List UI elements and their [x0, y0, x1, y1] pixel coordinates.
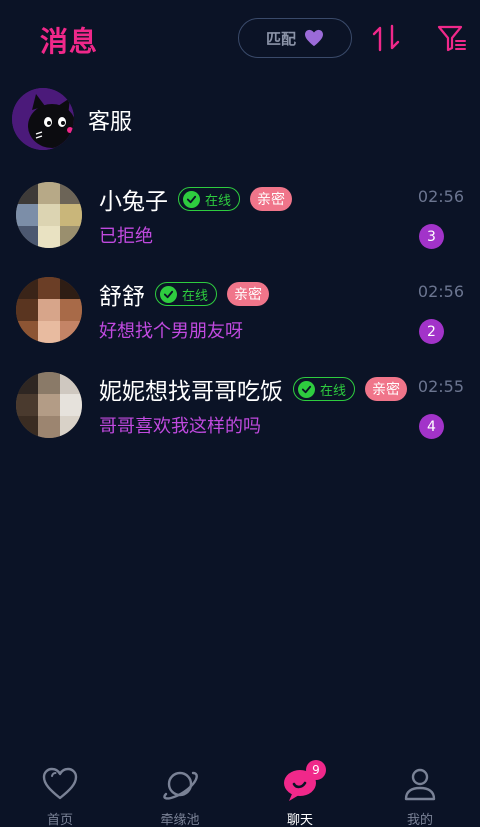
check-icon	[160, 285, 177, 303]
match-button[interactable]: 匹配	[238, 18, 352, 58]
intimacy-badge: 亲密	[365, 377, 408, 401]
name-line: 妮妮想找哥哥吃饭 在线 亲密	[99, 374, 408, 405]
customer-service-row[interactable]: 客服	[12, 88, 468, 150]
avatar	[16, 277, 82, 343]
message-time: 02:55	[417, 377, 464, 396]
customer-service-avatar	[12, 88, 74, 150]
chat-icon: 9	[280, 760, 326, 804]
intimacy-badge: 亲密	[250, 187, 293, 211]
last-message: 哥哥喜欢我这样的吗	[99, 416, 261, 437]
conversation-row[interactable]: 小兔子 在线 亲密 已拒绝 02:56 3	[0, 182, 480, 272]
nav-label: 首页	[46, 813, 73, 827]
conversation-row[interactable]: 舒舒 在线 亲密 好想找个男朋友呀 02:56 2	[0, 277, 480, 367]
heart-icon	[40, 764, 80, 804]
intimacy-badge: 亲密	[227, 282, 270, 306]
cat-mascot-icon	[12, 88, 74, 150]
nav-item-chat[interactable]: 9 聊天	[240, 752, 360, 827]
sort-button[interactable]	[370, 22, 402, 54]
messages-screen: 消息 匹配 客服 小兔子 在线 亲密 已拒绝 02:56 3 舒舒 在线 亲密 …	[0, 0, 480, 827]
sort-icon	[372, 24, 400, 52]
nav-item-profile[interactable]: 我的	[360, 752, 480, 827]
online-label: 在线	[205, 193, 232, 209]
conversation-row[interactable]: 妮妮想找哥哥吃饭 在线 亲密 哥哥喜欢我这样的吗 02:55 4	[0, 372, 480, 462]
online-badge: 在线	[155, 282, 218, 306]
contact-name: 小兔子	[99, 189, 168, 215]
contact-name: 舒舒	[99, 284, 145, 310]
match-button-label: 匹配	[265, 29, 296, 48]
last-message: 好想找个男朋友呀	[99, 321, 243, 342]
header: 消息 匹配	[0, 0, 480, 80]
nav-item-home[interactable]: 首页	[0, 752, 120, 827]
check-icon	[298, 380, 315, 398]
name-line: 舒舒 在线 亲密	[99, 279, 270, 310]
message-time: 02:56	[417, 187, 464, 206]
message-time: 02:56	[417, 282, 464, 301]
avatar	[16, 372, 82, 438]
contact-name: 妮妮想找哥哥吃饭	[99, 379, 283, 405]
unread-count-badge: 4	[419, 414, 444, 439]
customer-service-name: 客服	[88, 110, 133, 135]
heart-icon	[305, 29, 323, 47]
unread-count-badge: 2	[419, 319, 444, 344]
person-icon	[400, 764, 440, 804]
nav-label: 聊天	[286, 813, 313, 827]
nav-label: 牵缘池	[160, 813, 200, 827]
chat-unread-badge: 9	[306, 760, 326, 780]
page-title: 消息	[40, 25, 99, 58]
unread-count-badge: 3	[419, 224, 444, 249]
filter-icon	[437, 25, 466, 52]
last-message: 已拒绝	[99, 226, 153, 247]
avatar	[16, 182, 82, 248]
bottom-nav: 首页 牵缘池 9 聊天 我的	[0, 752, 480, 827]
filter-button[interactable]	[436, 22, 468, 54]
planet-icon	[160, 764, 200, 804]
nav-item-matching-pool[interactable]: 牵缘池	[120, 752, 240, 827]
online-badge: 在线	[178, 187, 241, 211]
name-line: 小兔子 在线 亲密	[99, 184, 293, 215]
online-badge: 在线	[293, 377, 356, 401]
online-label: 在线	[182, 288, 209, 304]
check-icon	[183, 190, 200, 208]
online-label: 在线	[320, 383, 347, 399]
nav-label: 我的	[406, 813, 433, 827]
